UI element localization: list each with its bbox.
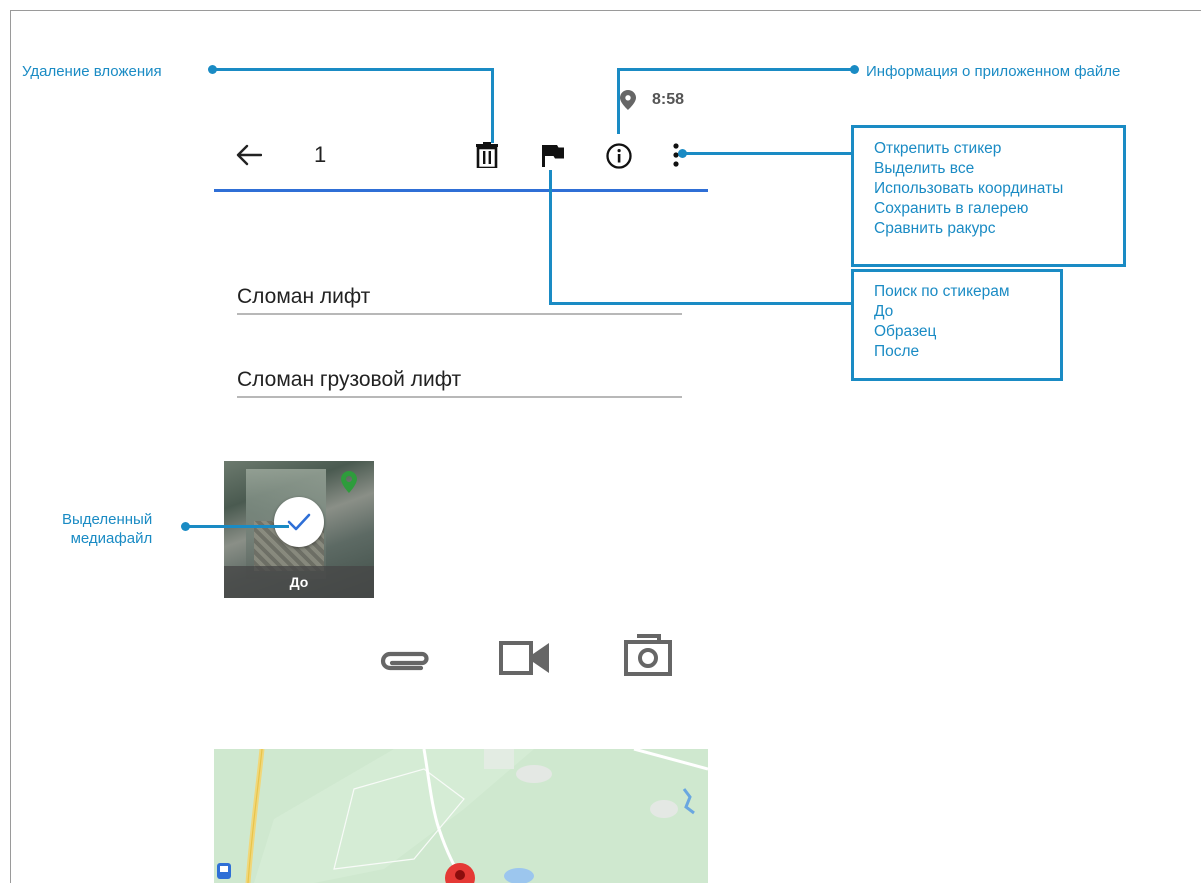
callout-line: [491, 68, 494, 143]
callout-file-info: Информация о приложенном файле: [866, 63, 1121, 80]
title-field-underline: [237, 313, 682, 315]
flag-menu-item: После: [874, 343, 920, 360]
status-time: 8:58: [652, 91, 685, 108]
media-thumbnail[interactable]: До: [224, 461, 374, 598]
callout-line: [549, 302, 853, 305]
flag-menu-box: Поиск по стикерам До Образец После: [851, 269, 1063, 381]
flag-menu-item: Поиск по стикерам: [874, 283, 1010, 300]
more-menu-box: Открепить стикер Выделить все Использова…: [851, 125, 1126, 267]
selection-count: 1: [314, 142, 327, 167]
location-map[interactable]: [214, 749, 708, 883]
paperclip-icon[interactable]: [375, 645, 435, 680]
flag-icon[interactable]: [542, 145, 564, 172]
title-field-value: Сломан лифт: [237, 285, 371, 308]
more-menu-item: Использовать координаты: [874, 180, 1064, 197]
more-vertical-icon[interactable]: [673, 143, 679, 172]
flag-menu-item: Образец: [874, 323, 937, 340]
location-pin-icon: [620, 90, 636, 115]
description-field-underline: [237, 396, 682, 398]
description-field-value: Сломан грузовой лифт: [237, 368, 462, 391]
more-menu-item: Открепить стикер: [874, 140, 1002, 157]
arrow-left-icon[interactable]: [236, 144, 263, 171]
callout-selected-media: Выделенный медиафайл: [62, 510, 152, 548]
callout-line: [682, 152, 853, 155]
check-icon: [287, 513, 311, 531]
title-field[interactable]: Сломан лифт: [237, 285, 682, 315]
info-icon[interactable]: [605, 142, 633, 175]
description-field[interactable]: Сломан грузовой лифт: [237, 368, 682, 398]
green-location-pin-icon: [341, 471, 357, 498]
map-features: [214, 749, 708, 883]
callout-selected-media-line2: медиафайл: [70, 530, 153, 547]
trash-icon[interactable]: [476, 142, 498, 173]
thumbnail-label: До: [224, 566, 374, 598]
toolbar: 1: [214, 130, 708, 192]
status-bar: 8:58: [620, 88, 720, 112]
toolbar-underline: [214, 189, 708, 192]
more-menu-item: Сохранить в галерею: [874, 200, 1029, 217]
callout-line: [212, 68, 493, 71]
callout-line: [617, 68, 620, 134]
video-camera-icon[interactable]: [499, 640, 551, 681]
callout-selected-media-line1: Выделенный: [62, 511, 153, 528]
callout-delete-attachment: Удаление вложения: [22, 63, 162, 80]
flag-menu-item: До: [874, 303, 894, 320]
callout-line: [618, 68, 854, 71]
callout-line: [549, 170, 552, 304]
callout-line: [185, 525, 289, 528]
more-menu-item: Выделить все: [874, 160, 975, 177]
more-menu-item: Сравнить ракурс: [874, 220, 996, 237]
selected-check-badge[interactable]: [274, 497, 324, 547]
photo-camera-icon[interactable]: [623, 634, 673, 681]
